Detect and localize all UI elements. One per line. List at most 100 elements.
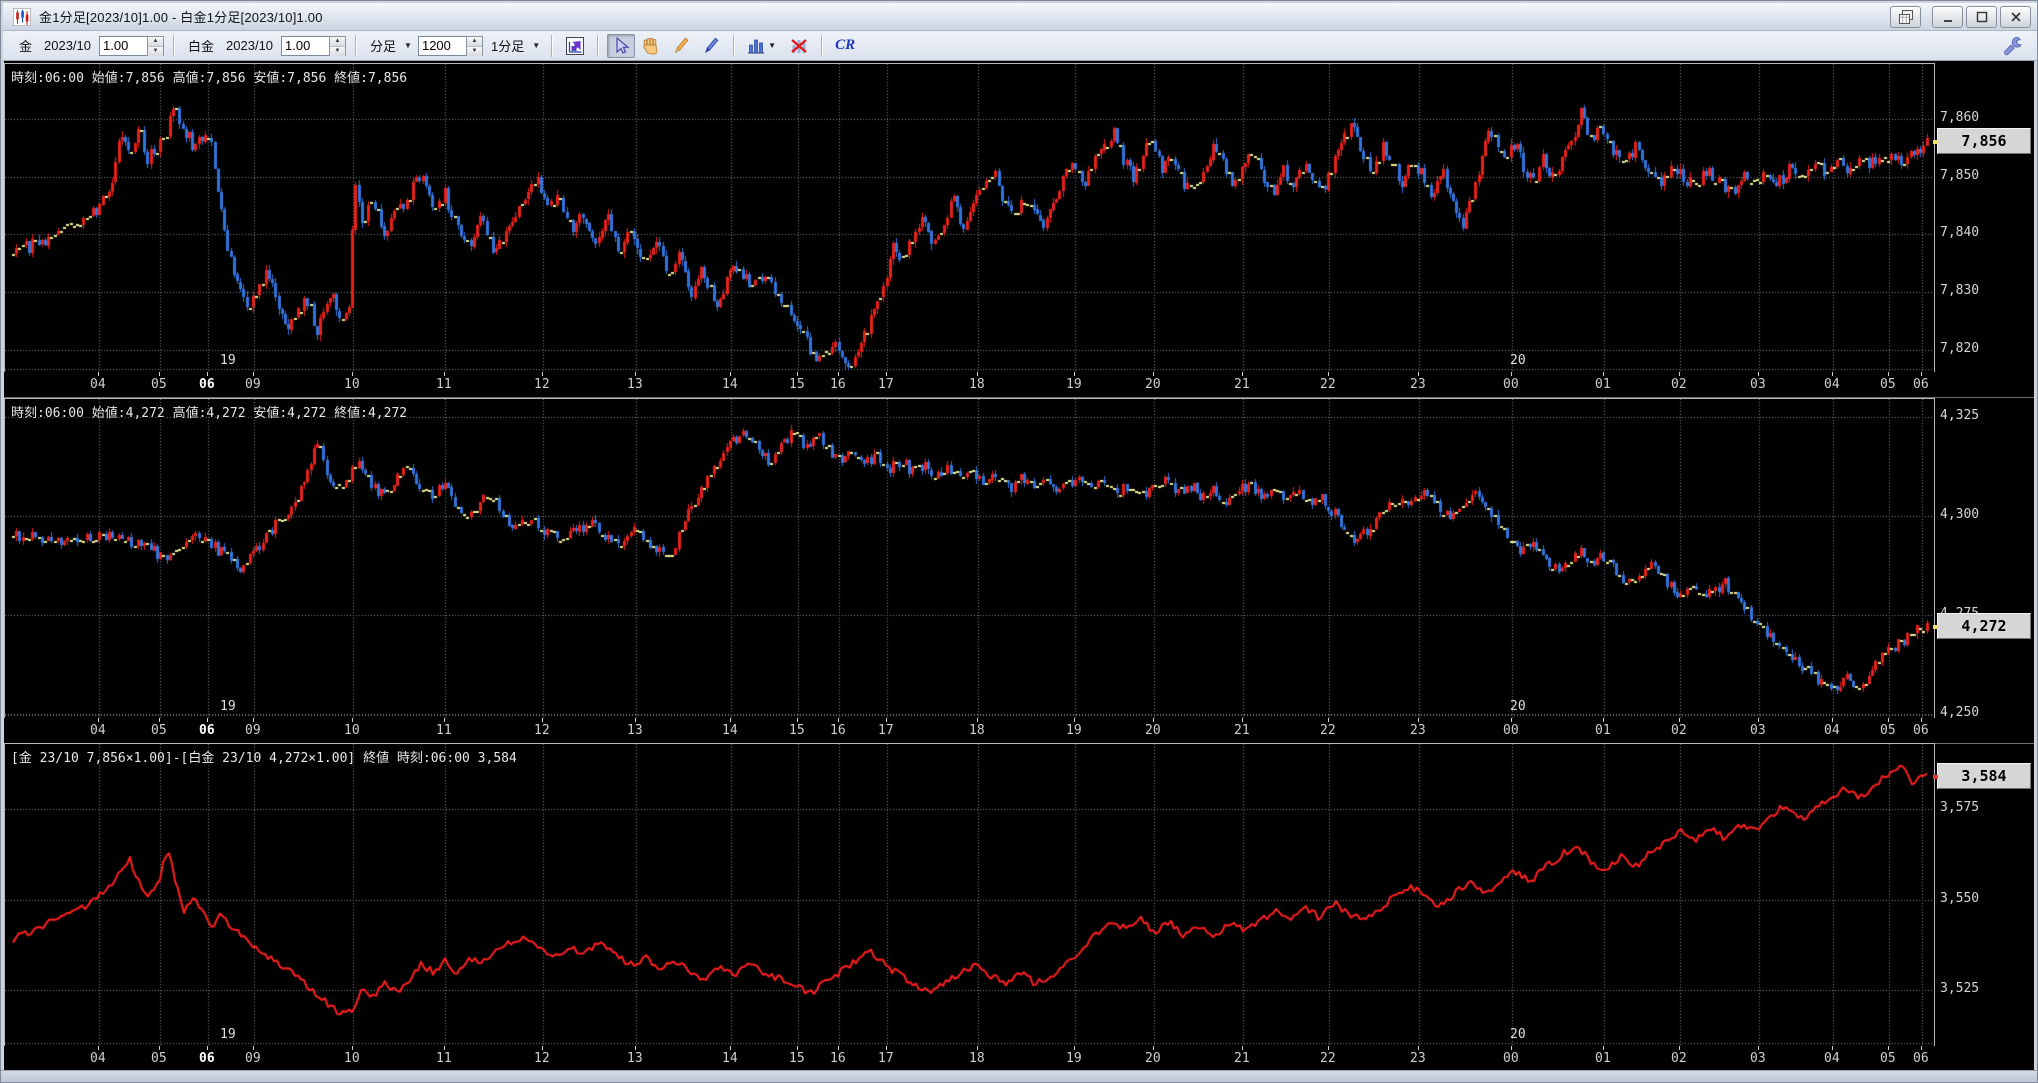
spin-down-icon[interactable]: ▼ — [148, 47, 163, 56]
x-axis-hour-label: 06 — [1913, 377, 1929, 392]
x-axis-hour-label: 06 — [1913, 723, 1929, 738]
platinum-candlestick-chart[interactable] — [4, 398, 1935, 719]
x-axis-hour-label: 18 — [969, 723, 985, 738]
settings-wrench-button[interactable] — [1999, 34, 2027, 58]
x-axis-hour-label: 01 — [1595, 377, 1611, 392]
platinum-ohlc-info: 時刻:06:00 始値:4,272 高値:4,272 安値:4,272 終値:4… — [11, 402, 407, 421]
x-axis-hour-label: 04 — [1824, 1051, 1840, 1066]
day-change-label: 19 — [220, 699, 236, 714]
cr-tool-button[interactable]: CR — [831, 34, 859, 58]
x-axis-hour-label: 05 — [1880, 377, 1896, 392]
spread-time-axis: 0405060910111213141516171819202122230001… — [4, 1046, 2034, 1072]
toolbar-separator — [355, 35, 357, 57]
current-price-label: 4,272 — [1937, 613, 2031, 639]
x-axis-hour-label: 15 — [789, 1051, 805, 1066]
x-axis-hour-label: 11 — [436, 723, 452, 738]
x-axis-hour-label: 22 — [1320, 1051, 1336, 1066]
x-axis-hour-label: 05 — [151, 377, 167, 392]
x-axis-hour-label: 12 — [534, 377, 550, 392]
chart-style-dropdown-button[interactable]: ▼ — [743, 34, 783, 58]
title-bar[interactable]: 金1分足[2023/10]1.00 - 白金1分足[2023/10]1.00 — [3, 3, 2037, 31]
pan-hand-button[interactable] — [637, 34, 665, 58]
x-axis-hour-label: 09 — [245, 723, 261, 738]
y-axis-tick-label: 7,840 — [1940, 225, 1979, 240]
current-price-label: 3,584 — [1937, 763, 2031, 789]
clear-indicator-button[interactable] — [785, 34, 813, 58]
platinum-contract-month: 2023/10 — [226, 38, 273, 53]
x-axis-hour-label: 19 — [1066, 1051, 1082, 1066]
x-axis-hour-label: 03 — [1750, 723, 1766, 738]
x-axis-hour-label: 04 — [1824, 377, 1840, 392]
x-axis-hour-label: 01 — [1595, 1051, 1611, 1066]
spin-up-icon[interactable]: ▲ — [467, 37, 482, 47]
x-axis-hour-label: 18 — [969, 1051, 985, 1066]
gold-multiplier-spinner: ▲▼ — [99, 36, 164, 56]
x-axis-hour-label: 19 — [1066, 377, 1082, 392]
x-axis-hour-label: 12 — [534, 1051, 550, 1066]
select-cursor-button[interactable] — [607, 34, 635, 58]
y-axis-tick-label: 7,850 — [1940, 168, 1979, 183]
x-axis-hour-label: 06 — [199, 377, 215, 392]
x-axis-hour-label: 14 — [722, 377, 738, 392]
x-axis-hour-label: 05 — [151, 1051, 167, 1066]
spin-down-icon[interactable]: ▼ — [330, 47, 345, 56]
spin-up-icon[interactable]: ▲ — [330, 37, 345, 47]
x-axis-hour-label: 14 — [722, 723, 738, 738]
day-change-label: 20 — [1510, 1027, 1526, 1042]
x-axis-hour-label: 19 — [1066, 723, 1082, 738]
toolbar-separator — [173, 35, 175, 57]
y-axis-tick-label: 7,860 — [1940, 110, 1979, 125]
gold-multiplier-input[interactable] — [99, 36, 147, 56]
chart-app-window: 金1分足[2023/10]1.00 - 白金1分足[2023/10]1.00 金… — [0, 0, 2038, 1083]
x-axis-hour-label: 05 — [1880, 723, 1896, 738]
x-axis-hour-label: 16 — [830, 723, 846, 738]
x-axis-hour-label: 00 — [1503, 377, 1519, 392]
x-axis-hour-label: 06 — [199, 1051, 215, 1066]
x-axis-hour-label: 01 — [1595, 723, 1611, 738]
bar-type-dropdown[interactable]: 分足 — [370, 36, 396, 55]
toolbar-separator — [597, 35, 599, 57]
gold-contract-month: 2023/10 — [44, 38, 91, 53]
x-axis-hour-label: 15 — [789, 377, 805, 392]
x-axis-hour-label: 23 — [1410, 723, 1426, 738]
spin-up-icon[interactable]: ▲ — [148, 37, 163, 47]
x-axis-hour-label: 04 — [1824, 723, 1840, 738]
float-window-button[interactable] — [1890, 6, 1921, 28]
x-axis-hour-label: 06 — [1913, 1051, 1929, 1066]
x-axis-hour-label: 16 — [830, 1051, 846, 1066]
x-axis-hour-label: 09 — [245, 377, 261, 392]
chart-settings-button[interactable] — [561, 34, 589, 58]
x-axis-hour-label: 04 — [90, 1051, 106, 1066]
bar-count-input[interactable] — [418, 36, 466, 56]
interval-dropdown[interactable]: 1分足 — [491, 36, 524, 55]
gold-symbol-label: 金 — [19, 36, 32, 55]
x-axis-hour-label: 20 — [1145, 377, 1161, 392]
x-axis-hour-label: 05 — [1880, 1051, 1896, 1066]
platinum-multiplier-input[interactable] — [281, 36, 329, 56]
toolbar-separator — [821, 35, 823, 57]
x-axis-hour-label: 17 — [878, 1051, 894, 1066]
current-price-marker-icon — [1933, 775, 1938, 779]
platinum-symbol-label: 白金 — [188, 36, 214, 55]
maximize-button[interactable] — [1966, 6, 1997, 28]
x-axis-hour-label: 21 — [1234, 1051, 1250, 1066]
chevron-down-icon[interactable]: ▼ — [404, 41, 412, 50]
draw-pencil-button[interactable] — [667, 34, 695, 58]
draw-marker-button[interactable] — [697, 34, 725, 58]
x-axis-hour-label: 22 — [1320, 723, 1336, 738]
chevron-down-icon[interactable]: ▼ — [768, 41, 776, 50]
bar-count-spinner: ▲▼ — [418, 36, 483, 56]
window-bottom-border — [1, 1070, 2037, 1082]
spin-down-icon[interactable]: ▼ — [467, 47, 482, 56]
chevron-down-icon[interactable]: ▼ — [532, 41, 540, 50]
gold-candlestick-chart[interactable] — [4, 63, 1935, 373]
x-axis-hour-label: 13 — [627, 723, 643, 738]
gold-ohlc-info: 時刻:06:00 始値:7,856 高値:7,856 安値:7,856 終値:7… — [11, 67, 407, 86]
x-axis-hour-label: 15 — [789, 723, 805, 738]
y-axis-tick-label: 3,525 — [1940, 981, 1979, 996]
spread-line-chart[interactable] — [4, 743, 1935, 1047]
close-button[interactable] — [2000, 6, 2031, 28]
platinum-candle-panel: 時刻:06:00 始値:4,272 高値:4,272 安値:4,272 終値:4… — [4, 398, 2034, 743]
minimize-button[interactable] — [1932, 6, 1963, 28]
x-axis-hour-label: 23 — [1410, 1051, 1426, 1066]
